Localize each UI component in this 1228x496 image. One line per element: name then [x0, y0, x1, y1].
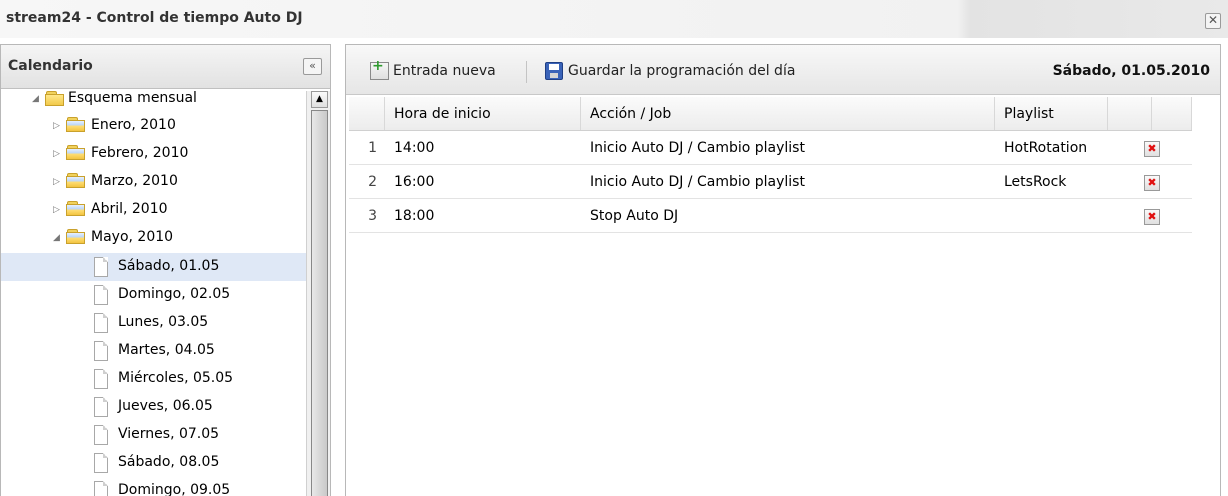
current-date: Sábado, 01.05.2010 [1052, 63, 1210, 79]
tree-node-day[interactable]: Martes, 04.05 [1, 337, 306, 365]
cell-start-time[interactable]: 14:00 [385, 131, 581, 164]
collapsed-arrow-icon[interactable]: ▷ [53, 177, 63, 187]
grid-header: Hora de inicio Acción / Job Playlist [349, 97, 1192, 131]
folder-icon [66, 173, 86, 189]
document-icon [94, 481, 108, 496]
cell-playlist[interactable]: LetsRock [995, 165, 1108, 198]
header-action[interactable]: Acción / Job [581, 97, 995, 130]
tree-node-root[interactable]: ◢ Esquema mensual [1, 87, 306, 113]
document-icon [94, 313, 108, 333]
new-entry-label: Entrada nueva [393, 63, 496, 79]
tree-node-label: Sábado, 08.05 [118, 454, 220, 470]
tree-node-month[interactable]: ◢ Mayo, 2010 [1, 225, 306, 253]
folder-icon [66, 117, 86, 133]
tree-node-label: Mayo, 2010 [91, 229, 174, 245]
tree-node-day[interactable]: Domingo, 02.05 [1, 281, 306, 309]
cell-action[interactable]: Stop Auto DJ [581, 199, 995, 232]
cell-playlist[interactable] [995, 199, 1108, 232]
header-blank [1152, 97, 1192, 130]
header-playlist[interactable]: Playlist [995, 97, 1108, 130]
expanded-arrow-icon[interactable]: ◢ [53, 233, 63, 243]
collapsed-arrow-icon[interactable]: ▷ [53, 149, 63, 159]
document-icon [94, 453, 108, 473]
calendar-title: Calendario [8, 58, 93, 74]
tree-node-label: Viernes, 07.05 [118, 426, 220, 442]
tree-node-label: Jueves, 06.05 [118, 398, 213, 414]
cell-action[interactable]: Inicio Auto DJ / Cambio playlist [581, 131, 995, 164]
delete-row-icon[interactable]: ✖ [1144, 209, 1160, 225]
tree-node-label: Marzo, 2010 [91, 173, 178, 189]
document-icon [94, 397, 108, 417]
save-day-label: Guardar la programación del día [568, 63, 796, 79]
delete-row-icon[interactable]: ✖ [1144, 175, 1160, 191]
save-disk-icon [545, 62, 563, 80]
scroll-up-arrow-icon[interactable]: ▲ [311, 91, 328, 108]
close-button[interactable]: ✕ [1205, 13, 1221, 29]
tree-node-label: Domingo, 02.05 [118, 286, 231, 302]
tree-node-label: Domingo, 09.05 [118, 482, 231, 496]
header-start-time[interactable]: Hora de inicio [385, 97, 581, 130]
tree-node-day-selected[interactable]: Sábado, 01.05 [1, 253, 306, 281]
scroll-thumb[interactable] [311, 110, 328, 496]
tree-node-day[interactable]: Jueves, 06.05 [1, 393, 306, 421]
tree-node-label: Esquema mensual [68, 90, 197, 106]
document-icon [94, 257, 108, 277]
row-number: 2 [368, 174, 377, 190]
calendar-tree: ◢ Esquema mensual ▷ Enero, 2010 ▷ Febrer… [1, 90, 306, 496]
table-row[interactable]: 1 14:00 Inicio Auto DJ / Cambio playlist… [349, 131, 1192, 165]
collapsed-arrow-icon[interactable]: ▷ [53, 205, 63, 215]
cell-start-time[interactable]: 18:00 [385, 199, 581, 232]
collapsed-arrow-icon[interactable]: ▷ [53, 121, 63, 131]
schedule-panel: Entrada nueva Guardar la programación de… [345, 44, 1221, 496]
tree-node-month[interactable]: ▷ Febrero, 2010 [1, 141, 306, 169]
document-icon [94, 285, 108, 305]
schedule-grid: Hora de inicio Acción / Job Playlist 1 1… [349, 97, 1192, 233]
window-titlebar: stream24 - Control de tiempo Auto DJ ✕ [0, 0, 1228, 38]
cell-action[interactable]: Inicio Auto DJ / Cambio playlist [581, 165, 995, 198]
tree-node-label: Martes, 04.05 [118, 342, 215, 358]
header-rownum [349, 97, 385, 130]
tree-node-month[interactable]: ▷ Enero, 2010 [1, 113, 306, 141]
document-icon [94, 341, 108, 361]
table-row[interactable]: 2 16:00 Inicio Auto DJ / Cambio playlist… [349, 165, 1192, 199]
new-entry-icon [370, 58, 389, 80]
header-blank [1108, 97, 1152, 130]
cell-start-time[interactable]: 16:00 [385, 165, 581, 198]
folder-icon [66, 201, 86, 217]
row-number: 1 [368, 140, 377, 156]
tree-node-label: Lunes, 03.05 [118, 314, 209, 330]
tree-scrollbar[interactable]: ▲ [306, 91, 330, 496]
delete-row-icon[interactable]: ✖ [1144, 141, 1160, 157]
tree-node-month[interactable]: ▷ Abril, 2010 [1, 197, 306, 225]
tree-node-day[interactable]: Miércoles, 05.05 [1, 365, 306, 393]
document-icon [94, 425, 108, 445]
tree-node-month[interactable]: ▷ Marzo, 2010 [1, 169, 306, 197]
window-title: stream24 - Control de tiempo Auto DJ [6, 10, 303, 26]
cell-playlist[interactable]: HotRotation [995, 131, 1108, 164]
tree-node-label: Sábado, 01.05 [118, 258, 220, 274]
expanded-arrow-icon[interactable]: ◢ [32, 94, 42, 104]
folder-open-icon [66, 229, 86, 245]
collapse-panel-button[interactable]: « [303, 58, 322, 75]
schedule-toolbar: Entrada nueva Guardar la programación de… [346, 45, 1220, 95]
document-icon [94, 369, 108, 389]
folder-open-icon [45, 91, 65, 107]
tree-node-day[interactable]: Viernes, 07.05 [1, 421, 306, 449]
tree-node-label: Abril, 2010 [91, 201, 168, 217]
tree-node-day[interactable]: Sábado, 08.05 [1, 449, 306, 477]
tree-node-label: Miércoles, 05.05 [118, 370, 234, 386]
table-row[interactable]: 3 18:00 Stop Auto DJ ✖ [349, 199, 1192, 233]
row-number: 3 [368, 208, 377, 224]
tree-node-day[interactable]: Domingo, 09.05 [1, 477, 306, 496]
tree-node-label: Enero, 2010 [91, 117, 176, 133]
folder-icon [66, 145, 86, 161]
calendar-header: Calendario « [1, 45, 330, 89]
tree-node-day[interactable]: Lunes, 03.05 [1, 309, 306, 337]
tree-node-label: Febrero, 2010 [91, 145, 189, 161]
toolbar-separator [526, 61, 527, 83]
calendar-panel: Calendario « ◢ Esquema mensual ▷ Enero, … [0, 44, 331, 496]
